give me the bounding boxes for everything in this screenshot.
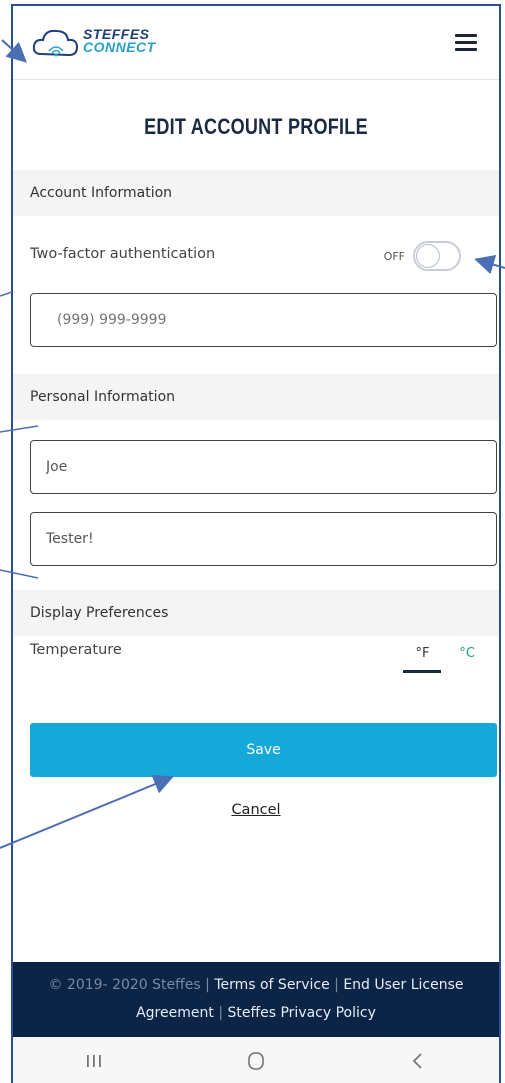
- phone-field[interactable]: [30, 293, 497, 347]
- footer-line-1: © 2019- 2020 Steffes | Terms of Service …: [13, 971, 499, 999]
- footer-line-2: Agreement | Steffes Privacy Policy: [13, 999, 499, 1027]
- footer-separator: |: [334, 977, 339, 993]
- logo-line-2: CONNECT: [83, 39, 156, 55]
- terms-of-service-link[interactable]: Terms of Service: [214, 977, 329, 993]
- system-navigation-bar: [13, 1037, 499, 1083]
- first-name-field[interactable]: [30, 440, 497, 494]
- last-name-field[interactable]: [30, 512, 497, 566]
- toggle-knob: [416, 244, 440, 268]
- unit-fahrenheit-option[interactable]: °F: [403, 646, 442, 673]
- unit-celsius-option[interactable]: °C: [455, 646, 479, 673]
- display-preferences-heading: Display Preferences: [13, 590, 499, 636]
- back-icon[interactable]: [398, 1043, 438, 1079]
- last-name-input[interactable]: [31, 513, 496, 565]
- save-button[interactable]: Save: [30, 723, 497, 777]
- footer: © 2019- 2020 Steffes | Terms of Service …: [13, 962, 499, 1037]
- steffes-connect-logo[interactable]: STEFFES CONNECT: [31, 24, 171, 68]
- copyright-text: © 2019- 2020 Steffes: [48, 977, 201, 993]
- eula-link-part-1[interactable]: End User License: [343, 977, 463, 993]
- two-factor-state-label: OFF: [383, 249, 405, 263]
- home-icon[interactable]: [236, 1043, 276, 1079]
- phone-frame: STEFFES CONNECT EDIT ACCOUNT PROFILE Acc…: [11, 4, 501, 1083]
- hamburger-menu-icon[interactable]: [455, 34, 477, 52]
- phone-input[interactable]: [31, 294, 496, 346]
- temperature-label: Temperature: [30, 642, 122, 658]
- logo-text: STEFFES CONNECT: [83, 27, 156, 55]
- two-factor-toggle-group: OFF: [384, 240, 461, 272]
- personal-information-heading: Personal Information: [13, 374, 499, 420]
- cloud-wifi-icon: [32, 29, 79, 57]
- two-factor-label: Two-factor authentication: [30, 246, 216, 262]
- two-factor-toggle[interactable]: [413, 241, 461, 271]
- temperature-unit-toggle: °F °C: [403, 646, 479, 673]
- eula-link-part-2[interactable]: Agreement: [136, 1005, 214, 1021]
- app-header: STEFFES CONNECT: [13, 6, 499, 80]
- footer-separator: |: [218, 1005, 224, 1021]
- page-title: EDIT ACCOUNT PROFILE: [144, 114, 368, 139]
- account-information-heading: Account Information: [13, 170, 499, 216]
- footer-separator: |: [205, 977, 210, 993]
- first-name-input[interactable]: [31, 441, 496, 493]
- cancel-link[interactable]: Cancel: [13, 802, 499, 818]
- recent-apps-icon[interactable]: [74, 1043, 114, 1079]
- privacy-policy-link[interactable]: Steffes Privacy Policy: [227, 1005, 375, 1021]
